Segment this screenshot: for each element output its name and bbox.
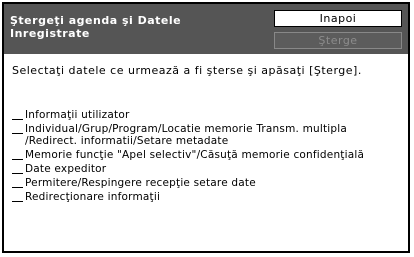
delete-button[interactable]: Şterge [274, 32, 402, 49]
instruction-text: Selectaţi datele ce urmează a fi şterse … [12, 64, 362, 77]
list-item-user-information[interactable]: Informaţii utilizator [12, 109, 402, 121]
item-label: Individual/Grup/Program/Locatie memorie … [25, 123, 348, 147]
checkbox[interactable] [12, 124, 23, 134]
list-item-individual-group-program[interactable]: Individual/Grup/Program/Locatie memorie … [12, 123, 402, 147]
checkbox[interactable] [12, 150, 23, 160]
item-label: Memorie funcţie "Apel selectiv"/Căsuţă m… [25, 149, 365, 161]
delete-address-book-dialog: Ştergeţi agenda şi Datele Inregistrate I… [2, 2, 410, 253]
list-item-sender-data[interactable]: Date expeditor [12, 163, 402, 175]
list-item-polling-memory[interactable]: Memorie funcţie "Apel selectiv"/Căsuţă m… [12, 149, 402, 161]
dialog-title: Ştergeţi agenda şi Datele Inregistrate [10, 14, 182, 40]
list-item-allow-reject-reception[interactable]: Permitere/Respingere recepţie setare dat… [12, 177, 402, 189]
checkbox[interactable] [12, 178, 23, 188]
checkbox[interactable] [12, 110, 23, 120]
item-label: Permitere/Respingere recepţie setare dat… [25, 177, 256, 189]
checkbox[interactable] [12, 192, 23, 202]
back-button[interactable]: Inapoi [274, 10, 402, 27]
title-bar: Ştergeţi agenda şi Datele Inregistrate I… [4, 4, 408, 54]
data-checklist: Informaţii utilizator Individual/Grup/Pr… [12, 109, 402, 205]
item-label: Date expeditor [25, 163, 107, 175]
item-label: Redirecţionare informaţii [25, 191, 161, 203]
list-item-forwarding-information[interactable]: Redirecţionare informaţii [12, 191, 402, 203]
item-label: Informaţii utilizator [25, 109, 130, 121]
checkbox[interactable] [12, 164, 23, 174]
